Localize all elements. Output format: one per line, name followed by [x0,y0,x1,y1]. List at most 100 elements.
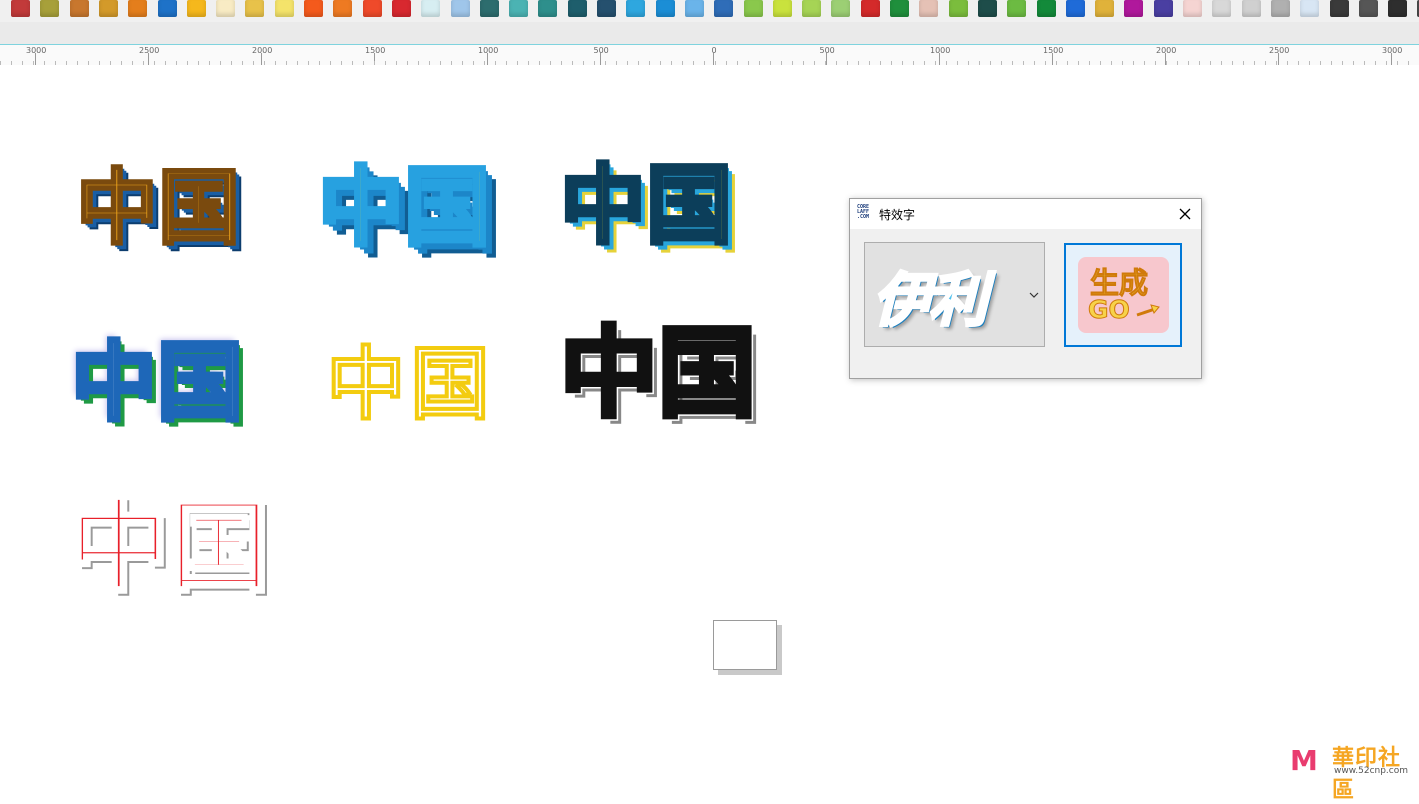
color-swatch[interactable] [1154,0,1173,17]
ruler-label: 1500 [365,46,386,55]
chevron-down-icon [1029,292,1039,298]
ruler-major-tick [487,53,488,65]
color-swatch[interactable] [802,0,821,17]
ruler-major-tick [600,53,601,65]
drawing-canvas[interactable]: 中国 中国 中国 中国 中国 中国 中国 [0,65,1419,779]
color-swatch[interactable] [890,0,909,17]
special-text-dialog[interactable]: CORE LAFF .COM 特效字 伊利 生成 GO [849,198,1202,379]
ruler-label: 1500 [1043,46,1064,55]
color-swatch[interactable] [978,0,997,17]
sample-black-white-outline[interactable]: 中国 [557,323,758,426]
sample-yellow-blue-3d[interactable]: 中国 [316,163,492,253]
color-swatch[interactable] [1183,0,1202,17]
sample-yellow-teal-3d[interactable]: 中国 [558,161,734,251]
color-swatch[interactable] [1242,0,1261,17]
toolbar-gap [0,22,1419,44]
color-swatch[interactable] [99,0,118,17]
horizontal-ruler[interactable]: 3000 2500 2000 1500 1000 500 0 500 1000 1500 2000 2… [0,44,1419,66]
ruler-label: 3000 [26,46,47,55]
close-icon [1179,208,1191,220]
sample-gold-blue-3d[interactable]: 中国 [74,166,241,251]
go-label: GO [1088,295,1131,325]
color-swatch[interactable] [597,0,616,17]
sample-text: 中国 [558,156,734,256]
color-swatch[interactable] [568,0,587,17]
ruler-major-tick [713,53,714,65]
sample-yellow-outline[interactable]: 中国 [324,343,494,427]
ruler-major-tick [148,53,149,65]
sample-text: 中国 [74,161,241,256]
watermark-url: www.52cnp.com [1334,766,1409,776]
color-swatch[interactable] [861,0,880,17]
color-swatch[interactable] [1271,0,1290,17]
color-swatch[interactable] [1095,0,1114,17]
sample-red-white-3d[interactable]: 中国 [68,495,271,598]
color-swatch[interactable] [538,0,557,17]
ruler-major-tick [939,53,940,65]
color-swatch[interactable] [158,0,177,17]
arrow-icon [1136,304,1160,317]
generate-button[interactable]: 生成 GO [1064,243,1182,347]
color-swatch[interactable] [919,0,938,17]
color-swatch[interactable] [245,0,264,17]
color-swatch[interactable] [128,0,147,17]
color-swatch[interactable] [685,0,704,17]
ruler-major-tick [35,53,36,65]
color-swatch[interactable] [275,0,294,17]
color-swatch[interactable] [773,0,792,17]
color-swatch[interactable] [1359,0,1378,17]
ruler-label: 1000 [930,46,951,55]
color-swatch[interactable] [1330,0,1349,17]
color-swatch[interactable] [304,0,323,17]
color-swatch[interactable] [70,0,89,17]
color-swatch[interactable] [656,0,675,17]
color-swatch[interactable] [1066,0,1085,17]
color-swatch[interactable] [714,0,733,17]
color-swatch[interactable] [949,0,968,17]
color-swatch[interactable] [1124,0,1143,17]
watermark: M 華印社區 www.52cnp.com [1288,740,1419,803]
dialog-titlebar[interactable]: CORE LAFF .COM 特效字 [850,199,1201,229]
empty-rectangle[interactable] [713,620,777,670]
color-swatch[interactable] [392,0,411,17]
ruler-label: 500 [593,46,609,55]
color-swatch[interactable] [187,0,206,17]
ruler-label: 2500 [1269,46,1290,55]
sample-text: 中国 [68,488,271,605]
color-swatch[interactable] [1212,0,1231,17]
color-swatch[interactable] [1388,0,1407,17]
ruler-label: 500 [819,46,835,55]
app-logo-icon: CORE LAFF .COM [857,204,870,220]
color-swatch[interactable] [509,0,528,17]
color-swatch[interactable] [744,0,763,17]
color-swatch[interactable] [831,0,850,17]
color-swatch[interactable] [451,0,470,17]
ruler-label: 2000 [1156,46,1177,55]
color-palette [0,0,1419,22]
color-swatch[interactable] [1037,0,1056,17]
color-swatch[interactable] [1300,0,1319,17]
color-swatch[interactable] [421,0,440,17]
color-swatch[interactable] [480,0,499,17]
sample-text: 中国 [324,338,494,431]
sample-white-green-3d[interactable]: 中国 [69,338,245,428]
color-swatch[interactable] [11,0,30,17]
close-button[interactable] [1169,199,1201,229]
ruler-major-tick [1391,53,1392,65]
ruler-label: 2500 [139,46,160,55]
color-swatch[interactable] [216,0,235,17]
color-swatch[interactable] [626,0,645,17]
color-swatch[interactable] [363,0,382,17]
ruler-major-tick [261,53,262,65]
ruler-major-tick [826,53,827,65]
ruler-label: 2000 [252,46,273,55]
color-swatch[interactable] [40,0,59,17]
style-dropdown[interactable]: 伊利 [864,242,1045,347]
ruler-label: 1000 [478,46,499,55]
style-preview-text: 伊利 [871,265,988,336]
color-swatch[interactable] [333,0,352,17]
sample-text: 中国 [316,158,492,258]
color-swatch[interactable] [1007,0,1026,17]
generate-button-image: 生成 GO [1078,257,1169,333]
dialog-title: 特效字 [879,208,916,222]
